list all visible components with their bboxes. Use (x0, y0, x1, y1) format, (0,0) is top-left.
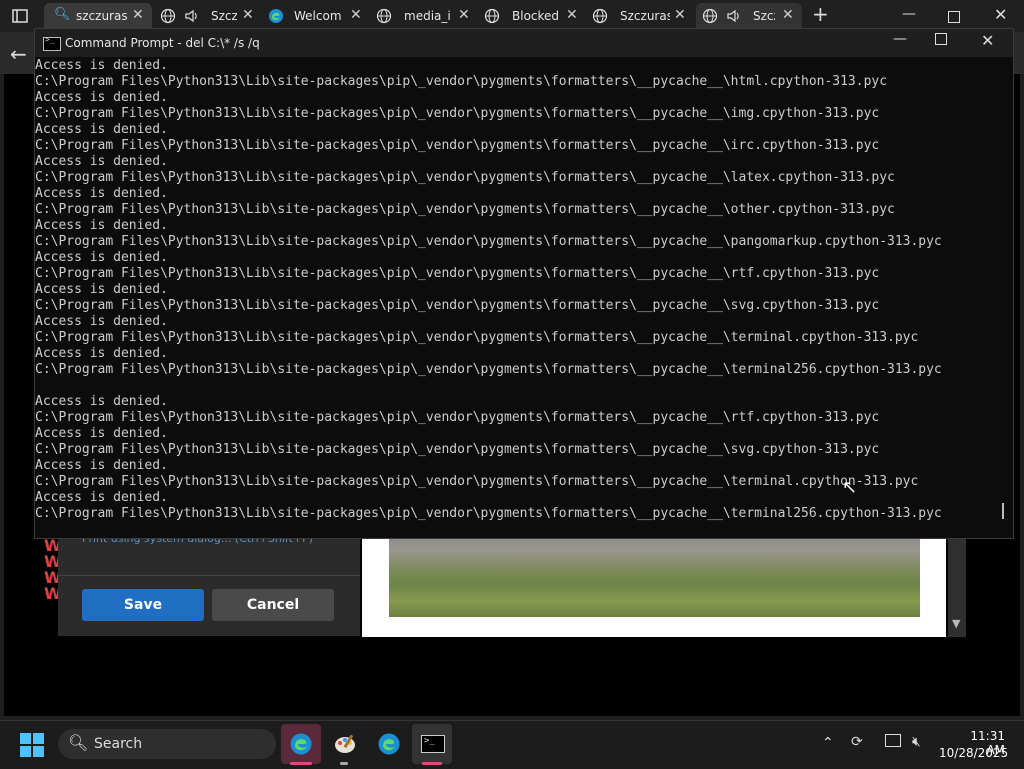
terminal-line: C:\Program Files\Python313\Lib\site-pack… (35, 202, 895, 217)
terminal-line: C:\Program Files\Python313\Lib\site-pack… (35, 442, 880, 457)
tab-label: Welcome (294, 9, 342, 23)
maximize-icon[interactable] (935, 33, 947, 45)
search-icon: 🔍︎ (54, 7, 71, 22)
paint-icon (335, 734, 355, 753)
speaker-muted-icon[interactable]: 🔇︎ (912, 734, 921, 750)
terminal-line: Access is denied. (35, 58, 168, 73)
globe-icon (376, 8, 392, 24)
sidebar-toggle-icon[interactable] (12, 8, 28, 24)
scroll-down-icon[interactable]: ▼ (952, 617, 960, 630)
terminal-line: Access is denied. (35, 90, 168, 105)
terminal-line: C:\Program Files\Python313\Lib\site-pack… (35, 362, 942, 377)
tab-szczuras[interactable]: Szczuras ✕ (588, 3, 692, 29)
cancel-button[interactable]: Cancel (212, 589, 334, 621)
tab-label: Szcz (211, 9, 237, 23)
terminal-line: Access is denied. (35, 282, 168, 297)
terminal-line: Access is denied. (35, 346, 168, 361)
close-tab-icon[interactable]: ✕ (242, 7, 254, 23)
terminal-output[interactable]: Access is denied. C:\Program Files\Python… (35, 57, 995, 537)
tab-szcz-audio[interactable]: Szcz ✕ (156, 3, 260, 29)
speaker-icon[interactable] (726, 8, 742, 24)
windows-start-icon[interactable] (20, 733, 44, 757)
close-tab-icon[interactable]: ✕ (350, 7, 362, 23)
edge-icon (378, 733, 400, 755)
speaker-icon[interactable] (184, 8, 200, 24)
chevron-up-icon[interactable]: ⌃ (822, 735, 834, 751)
running-indicator (422, 762, 442, 765)
tab-label: Blocked (512, 9, 560, 23)
back-button[interactable]: ← (10, 42, 27, 66)
taskbar-search[interactable]: 🔍︎ Search (58, 729, 276, 759)
close-tab-icon[interactable]: ✕ (458, 7, 470, 23)
edge-icon (269, 9, 283, 23)
taskbar-app-terminal[interactable]: >_ (412, 724, 452, 764)
minimize-icon[interactable]: — (893, 31, 907, 47)
terminal-line: C:\Program Files\Python313\Lib\site-pack… (35, 266, 880, 281)
divider (58, 575, 360, 576)
tab-label: Szcz (753, 9, 775, 23)
clock-date[interactable]: 10/28/2025 (939, 746, 1008, 760)
terminal-icon: >_ (421, 735, 445, 753)
new-tab-button[interactable]: + (812, 2, 829, 26)
terminal-line: C:\Program Files\Python313\Lib\site-pack… (35, 234, 942, 249)
close-icon[interactable]: ✕ (994, 5, 1007, 24)
close-icon[interactable]: ✕ (981, 31, 994, 50)
taskbar-app-edge-2[interactable] (369, 724, 409, 764)
terminal-line: C:\Program Files\Python313\Lib\site-pack… (35, 170, 895, 185)
globe-icon (484, 8, 500, 24)
close-tab-icon[interactable]: ✕ (132, 7, 144, 23)
window-titlebar[interactable]: Command Prompt - del C:\* /s /q — ✕ (35, 29, 1013, 57)
minimize-icon[interactable]: — (902, 6, 916, 22)
terminal-line: C:\Program Files\Python313\Lib\site-pack… (35, 330, 919, 345)
terminal-line: C:\Program Files\Python313\Lib\site-pack… (35, 106, 880, 121)
tab-szcz-audio-2[interactable]: Szcz ✕ (696, 3, 802, 29)
terminal-line: Access is denied. (35, 122, 168, 137)
terminal-line: C:\Program Files\Python313\Lib\site-pack… (35, 298, 880, 313)
display-icon[interactable] (885, 734, 901, 747)
running-indicator (290, 762, 312, 765)
tab-szczuras-search[interactable]: 🔍︎ szczuras ✕ (44, 3, 152, 29)
terminal-line: C:\Program Files\Python313\Lib\site-pack… (35, 138, 880, 153)
search-icon: 🔍︎ (68, 733, 89, 752)
scrollbar-thumb[interactable] (1002, 503, 1004, 519)
taskbar-app-paint[interactable] (325, 724, 365, 764)
close-tab-icon[interactable]: ✕ (782, 7, 794, 23)
running-indicator (340, 762, 348, 765)
window-title: Command Prompt - del C:\* /s /q (65, 36, 260, 50)
globe-icon (160, 8, 176, 24)
terminal-line: Access is denied. (35, 394, 168, 409)
command-prompt-window[interactable]: Command Prompt - del C:\* /s /q — ✕ Acce… (34, 28, 1014, 539)
taskbar-app-edge[interactable] (281, 724, 321, 764)
terminal-line: Access is denied. (35, 458, 168, 473)
save-button[interactable]: Save (82, 589, 204, 621)
terminal-line: Access is denied. (35, 314, 168, 329)
terminal-icon (43, 35, 61, 51)
tab-label: szczuras (76, 9, 128, 23)
mouse-cursor-icon: ↖︎ (842, 477, 858, 498)
terminal-line: C:\Program Files\Python313\Lib\site-pack… (35, 410, 880, 425)
terminal-line: C:\Program Files\Python313\Lib\site-pack… (35, 474, 919, 489)
tab-label: Szczuras (620, 9, 670, 23)
close-tab-icon[interactable]: ✕ (566, 7, 578, 23)
terminal-line: Access is denied. (35, 490, 168, 505)
search-label: Search (94, 736, 143, 752)
edge-icon (290, 733, 312, 755)
terminal-line: Access is denied. (35, 186, 168, 201)
tab-label: media_in (404, 9, 450, 23)
tab-blocked[interactable]: Blocked ✕ (480, 3, 584, 29)
preview-image (389, 536, 920, 617)
terminal-line: C:\Program Files\Python313\Lib\site-pack… (35, 74, 888, 89)
restore-icon[interactable] (948, 11, 960, 23)
terminal-line: Access is denied. (35, 154, 168, 169)
terminal-line: Access is denied. (35, 426, 168, 441)
globe-icon (702, 8, 718, 24)
tab-media[interactable]: media_in ✕ (372, 3, 476, 29)
terminal-line: C:\Program Files\Python313\Lib\site-pack… (35, 506, 942, 521)
globe-icon (592, 8, 608, 24)
close-tab-icon[interactable]: ✕ (674, 7, 686, 23)
terminal-line: Access is denied. (35, 218, 168, 233)
sync-icon[interactable]: ⟳ (851, 734, 863, 750)
terminal-line: Access is denied. (35, 250, 168, 265)
tab-welcome[interactable]: Welcome ✕ (264, 3, 368, 29)
